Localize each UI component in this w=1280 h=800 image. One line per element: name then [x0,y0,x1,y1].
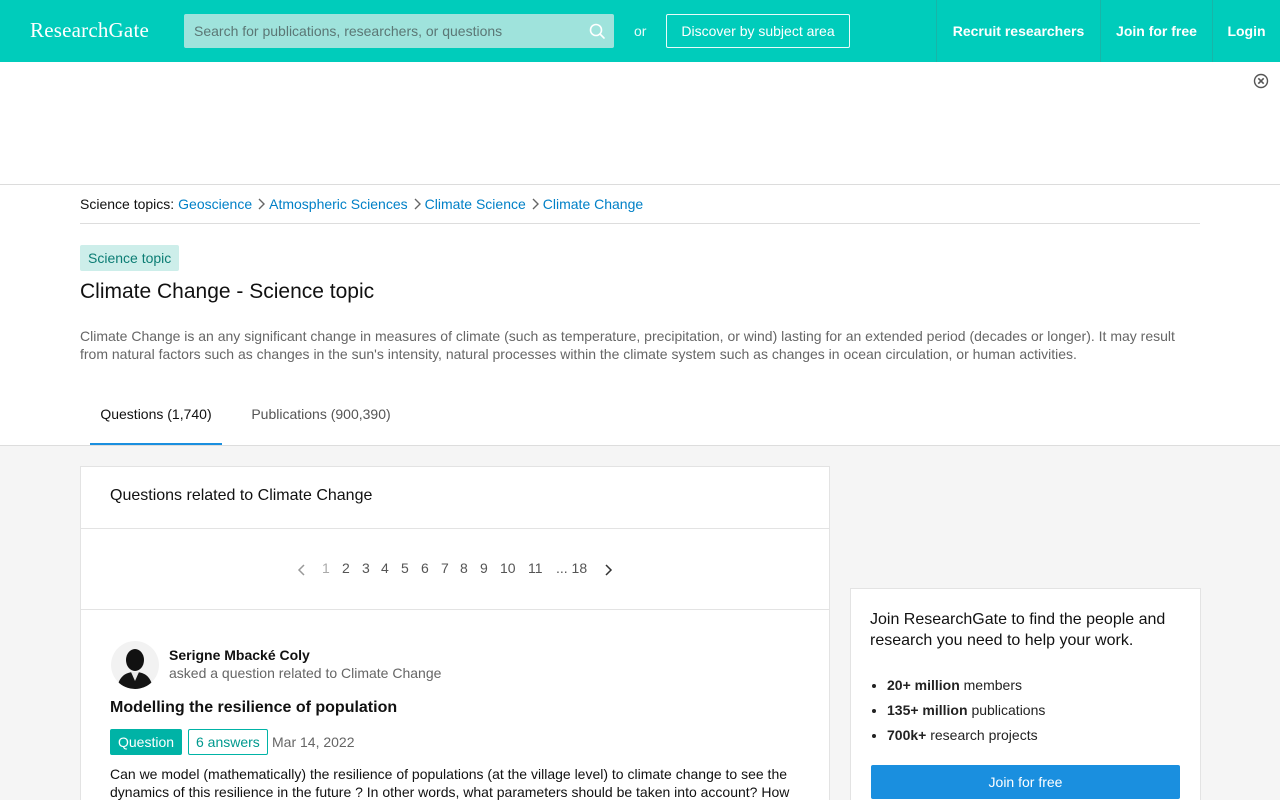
science-topic-badge: Science topic [80,245,180,271]
stat-projects: 700k+ research projects [887,727,1045,752]
questions-card-header: Questions related to Climate Change [81,467,829,529]
page-link[interactable]: 7 [441,560,449,576]
avatar[interactable] [111,641,159,689]
questions-card: Questions related to Climate Change 1 2 … [80,466,830,800]
join-for-free-button[interactable]: Join for free [871,765,1180,799]
page-link[interactable]: 2 [342,560,350,576]
stat-value: 20+ million [887,677,960,693]
join-panel-heading: Join ResearchGate to find the people and… [870,611,1166,649]
stat-value: 700k+ [887,727,927,743]
pagination: 1 2 3 4 5 6 7 8 9 10 11 ... 18 [81,529,829,610]
breadcrumb-label: Science topics: [80,196,175,212]
page-link-last[interactable]: ... 18 [556,560,587,576]
stat-value: 135+ million [887,702,968,718]
stat-label: publications [971,702,1046,718]
questions-heading: Questions related to Climate Change [110,487,373,504]
search-icon[interactable] [588,22,606,40]
page-link[interactable]: 8 [460,560,468,576]
stat-label: research projects [930,727,1038,743]
stat-members: 20+ million members [887,677,1045,702]
top-navigation-bar: ResearchGate or Discover by subject area… [0,0,1280,62]
question-body: Can we model (mathematically) the resili… [110,766,790,800]
page-link[interactable]: 10 [500,560,516,576]
chevron-right-icon [532,198,539,210]
stats-list: 20+ million members 135+ million publica… [887,677,1045,752]
question-type-badge: Question [110,729,183,755]
discover-by-subject-button[interactable]: Discover by subject area [666,14,850,48]
breadcrumb-climate-science[interactable]: Climate Science [425,196,526,212]
page-link[interactable]: 11 [528,560,543,576]
stat-label: members [963,677,1022,693]
page-link[interactable]: 1 [322,560,330,576]
ad-banner-area [0,62,1280,185]
question-title[interactable]: Modelling the resilience of population [110,699,397,717]
search-input[interactable] [184,14,584,48]
join-for-free-link[interactable]: Join for free [1100,0,1212,62]
chevron-right-icon[interactable] [603,564,613,576]
breadcrumb: Science topics: Geoscience Atmospheric S… [80,196,1200,224]
page-link[interactable]: 5 [401,560,409,576]
stat-publications: 135+ million publications [887,702,1045,727]
search-box [184,14,614,48]
researchgate-logo[interactable]: ResearchGate [30,18,149,43]
topic-description: Climate Change is an any significant cha… [80,328,1175,362]
topic-tabs: Questions (1,740) Publications (900,390) [0,383,1280,446]
page-link[interactable]: 4 [381,560,389,576]
chevron-right-icon [258,198,266,210]
or-separator: or [634,23,647,39]
question-date: Mar 14, 2022 [272,734,355,750]
tab-questions[interactable]: Questions (1,740) [90,383,222,445]
answers-count-badge[interactable]: 6 answers [188,729,268,755]
page-title: Climate Change - Science topic [80,280,375,303]
close-circle-icon[interactable] [1253,73,1269,89]
breadcrumb-atmospheric-sciences[interactable]: Atmospheric Sciences [269,196,408,212]
page-link[interactable]: 3 [362,560,370,576]
question-context: asked a question related to Climate Chan… [169,665,442,681]
login-link[interactable]: Login [1212,0,1280,62]
recruit-researchers-link[interactable]: Recruit researchers [936,0,1100,62]
tab-publications[interactable]: Publications (900,390) [241,383,401,445]
breadcrumb-geoscience[interactable]: Geoscience [178,196,252,212]
page-link[interactable]: 6 [421,560,429,576]
question-author[interactable]: Serigne Mbacké Coly [169,647,310,663]
join-panel: Join ResearchGate to find the people and… [850,588,1201,800]
chevron-right-icon [414,198,421,210]
page-link[interactable]: 9 [480,560,488,576]
chevron-left-icon[interactable] [297,564,307,576]
breadcrumb-climate-change[interactable]: Climate Change [543,196,643,212]
